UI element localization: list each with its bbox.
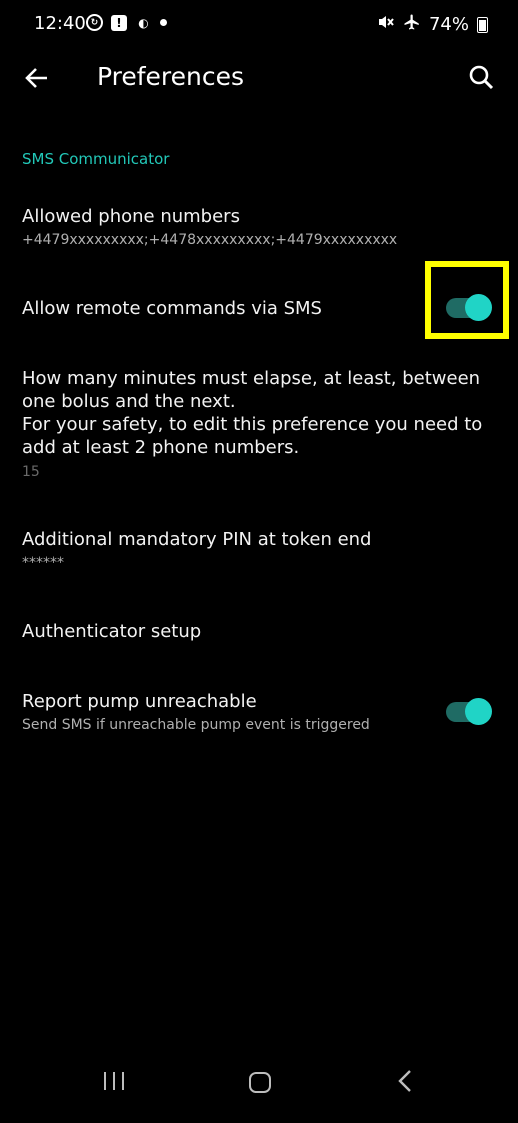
toggle-thumb: [465, 698, 492, 725]
pref-title: Authenticator setup: [22, 621, 202, 642]
status-time: 12:40: [34, 13, 86, 34]
pref-authenticator-setup[interactable]: Authenticator setup: [22, 620, 502, 643]
pref-summary: +4479xxxxxxxxx;+4478xxxxxxxxx;+4479xxxxx…: [22, 232, 398, 248]
sync-icon: ↻: [86, 14, 103, 31]
search-button[interactable]: [464, 60, 500, 96]
airplane-icon: [403, 13, 421, 36]
arrow-left-icon: [25, 68, 47, 88]
pref-title: How many minutes must elapse, at least, …: [22, 368, 483, 458]
category-header: SMS Communicator: [22, 150, 170, 168]
pref-allowed-phone-numbers[interactable]: Allowed phone numbers +4479xxxxxxxxx;+44…: [22, 205, 502, 250]
pref-report-pump-unreachable[interactable]: Report pump unreachable Send SMS if unre…: [22, 690, 422, 735]
back-icon[interactable]: [396, 1069, 416, 1093]
pref-min-bolus-interval[interactable]: How many minutes must elapse, at least, …: [22, 367, 502, 482]
recents-icon[interactable]: [104, 1072, 124, 1090]
system-nav-bar: [0, 1057, 518, 1123]
pref-title: Additional mandatory PIN at token end: [22, 529, 372, 550]
home-icon[interactable]: [249, 1072, 271, 1093]
dot-icon: [160, 19, 167, 26]
battery-icon: [477, 16, 488, 33]
back-button[interactable]: [20, 60, 56, 96]
pref-summary: ******: [22, 555, 64, 571]
pref-allow-remote-commands[interactable]: Allow remote commands via SMS: [22, 297, 402, 320]
battery-text: 74%: [428, 14, 469, 35]
highlight-box: [425, 261, 509, 339]
pref-title: Allow remote commands via SMS: [22, 298, 322, 319]
app-bar: Preferences: [0, 50, 518, 106]
alert-icon: !: [111, 14, 127, 31]
pref-summary: Send SMS if unreachable pump event is tr…: [22, 717, 370, 733]
status-bar: 12:40 ↻ ! ◐ 74%: [0, 0, 518, 50]
half-circle-icon: ◐: [138, 15, 149, 30]
page-title: Preferences: [97, 62, 245, 91]
pref-title: Report pump unreachable: [22, 691, 257, 712]
pump-unreachable-toggle[interactable]: [446, 697, 492, 725]
status-icons-right: 74%: [377, 13, 488, 36]
status-icons-left: ↻ ! ◐: [86, 14, 167, 31]
pref-title: Allowed phone numbers: [22, 206, 240, 227]
pref-summary: 15: [22, 464, 40, 480]
pref-additional-pin[interactable]: Additional mandatory PIN at token end **…: [22, 528, 502, 573]
mute-icon: [377, 13, 395, 36]
search-icon: [469, 65, 494, 90]
